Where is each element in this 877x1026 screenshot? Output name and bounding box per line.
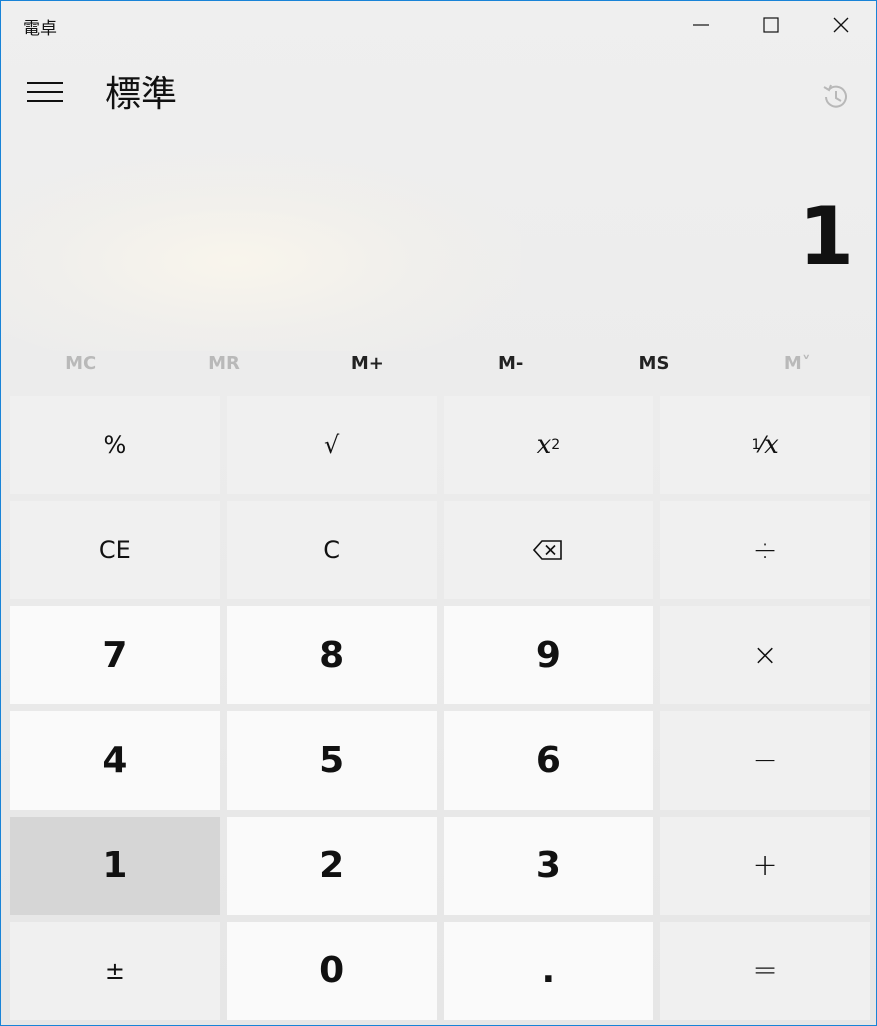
minimize-button[interactable]	[666, 1, 736, 49]
digit-0-button[interactable]: 0	[226, 921, 437, 1020]
divide-button[interactable]: ÷	[660, 501, 870, 600]
negate-button[interactable]: ±	[10, 921, 220, 1020]
close-icon	[833, 17, 849, 33]
navigation-menu-button[interactable]	[17, 71, 73, 115]
clear-button[interactable]: C	[226, 501, 437, 600]
reciprocal-button[interactable]: 1 ⁄ x	[660, 396, 870, 495]
digit-7-button[interactable]: 7	[10, 606, 220, 705]
maximize-button[interactable]	[736, 1, 806, 49]
calculator-mode-title: 標準	[105, 74, 178, 115]
close-button[interactable]	[806, 1, 876, 49]
digit-5-button[interactable]: 5	[226, 711, 437, 810]
maximize-icon	[763, 17, 779, 33]
digit-6-button[interactable]: 6	[443, 711, 654, 810]
memory-store-button[interactable]: MS	[582, 341, 725, 385]
multiply-button[interactable]: ×	[660, 606, 870, 705]
title-bar: 電卓	[1, 1, 876, 49]
digit-2-button[interactable]: 2	[226, 816, 437, 915]
history-icon	[823, 84, 847, 108]
square-root-button[interactable]: √	[226, 396, 437, 495]
memory-add-button[interactable]: M+	[296, 341, 439, 385]
memory-recall-button[interactable]: MR	[152, 341, 295, 385]
memory-list-button[interactable]: M˅	[726, 341, 869, 385]
minimize-icon	[693, 24, 709, 26]
equals-button[interactable]: =	[660, 921, 870, 1020]
decimal-button[interactable]: .	[443, 921, 654, 1020]
keypad: % √ x2 1 ⁄ x CE C ÷ 7 8 9 × 4 5 6 − 1 2 3 …	[10, 396, 870, 1020]
digit-9-button[interactable]: 9	[443, 606, 654, 705]
history-button[interactable]	[813, 75, 859, 119]
calculator-window: 電卓 標準 1 MC MR M+ M- MS M˅ % √ x 2 1 ⁄ x …	[0, 0, 877, 1026]
memory-clear-button[interactable]: MC	[9, 341, 152, 385]
subtract-button[interactable]: −	[660, 711, 870, 810]
digit-8-button[interactable]: 8	[226, 606, 437, 705]
memory-row: MC MR M+ M- MS M˅	[9, 341, 869, 385]
digit-3-button[interactable]: 3	[443, 816, 654, 915]
app-title: 電卓	[23, 19, 57, 39]
digit-1-button[interactable]: 1	[10, 816, 220, 915]
add-button[interactable]: +	[660, 816, 870, 915]
memory-subtract-button[interactable]: M-	[439, 341, 582, 385]
square-button[interactable]: x2	[443, 396, 654, 495]
percent-button[interactable]: %	[10, 396, 220, 495]
backspace-button[interactable]	[443, 501, 654, 600]
reciprocal-denominator-label: x	[764, 430, 779, 461]
result-display: 1	[798, 190, 854, 283]
clear-entry-button[interactable]: CE	[10, 501, 220, 600]
square-exponent-label: 2	[551, 437, 561, 454]
square-base-label: x	[536, 430, 552, 461]
backspace-icon	[533, 540, 563, 561]
digit-4-button[interactable]: 4	[10, 711, 220, 810]
background-glow	[1, 151, 521, 351]
hamburger-menu-icon	[27, 82, 63, 102]
